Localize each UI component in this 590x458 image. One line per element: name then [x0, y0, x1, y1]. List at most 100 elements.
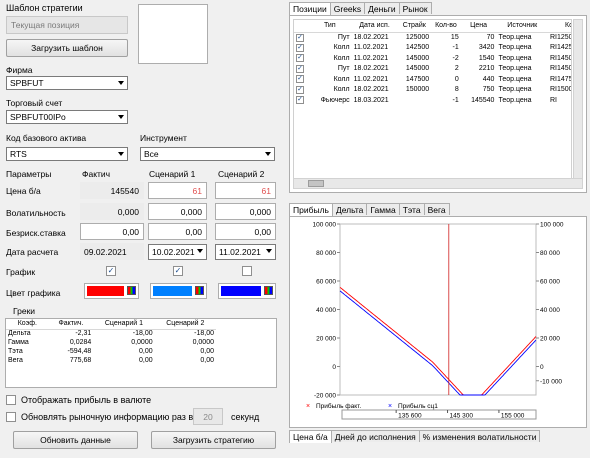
positions-hscrollbar[interactable]: [293, 178, 583, 189]
refresh-interval-field[interactable]: 20: [193, 408, 223, 425]
rate-fact-field[interactable]: 0,00: [80, 223, 144, 240]
row-checkbox-cell[interactable]: ✓: [294, 43, 308, 54]
positions-header[interactable]: Цена: [460, 20, 497, 33]
chart-sc1-checkbox[interactable]: ✓: [173, 266, 183, 276]
table-row[interactable]: ✓ Фьючерс 18.03.2021 -1 145540 Теор.цена RI: [294, 95, 571, 106]
positions-header[interactable]: Кол-во: [431, 20, 461, 33]
account-select[interactable]: SPBFUT00IPo: [6, 110, 128, 124]
row-checkbox-cell[interactable]: ✓: [294, 53, 308, 64]
tab-gamma[interactable]: Гамма: [366, 203, 400, 215]
row-checkbox[interactable]: ✓: [296, 75, 304, 84]
color-fact-picker[interactable]: [84, 283, 139, 299]
table-cell: RI147500BB: [550, 75, 571, 83]
greeks-table-panel: Коэф. Фактич. Сценарий 1 Сценарий 2 Дельта -…: [5, 318, 277, 388]
date-sc2-select[interactable]: 11.02.2021: [215, 244, 276, 260]
row-checkbox[interactable]: ✓: [296, 43, 304, 52]
price-sc2-field[interactable]: 61: [215, 182, 276, 199]
row-checkbox-cell[interactable]: ✓: [294, 64, 308, 75]
row-checkbox[interactable]: ✓: [296, 54, 304, 63]
tab-days-to-expiry[interactable]: Дней до исполнения: [330, 430, 420, 442]
table-cell: 142500: [405, 44, 430, 52]
table-cell: 150000: [405, 86, 430, 94]
base-code-select[interactable]: RTS: [6, 147, 128, 161]
table-row[interactable]: ✓ Пут18.02.2021 125000 15 70Теор.цена RI12500…: [294, 32, 571, 43]
table-row[interactable]: ✓ Колл 11.02.2021 145000 -2 1540 Теор.цена RI14…: [294, 53, 571, 64]
legend-sc1-label: Прибыль сц1: [398, 402, 438, 410]
table-cell: 15: [450, 34, 459, 41]
table-cell: Пут: [337, 65, 350, 73]
row-checkbox-cell[interactable]: ✓: [294, 95, 308, 106]
price-sc1-field[interactable]: 61: [148, 182, 207, 199]
positions-vscrollbar[interactable]: [573, 19, 583, 179]
row-checkbox[interactable]: ✓: [296, 64, 304, 73]
positions-header[interactable]: Дата исп.: [351, 20, 398, 33]
tab-profit[interactable]: Прибыль: [289, 203, 333, 216]
tab-volatility-change[interactable]: % изменения волатильности: [418, 430, 541, 442]
show-currency-checkbox[interactable]: [6, 395, 16, 405]
chart-fact-checkbox[interactable]: ✓: [106, 266, 116, 276]
tab-price-ba[interactable]: Цена б/а: [289, 430, 332, 443]
base-code-value: RTS: [10, 149, 27, 159]
hscroll-thumb[interactable]: [308, 180, 324, 187]
tab-theta[interactable]: Тэта: [398, 203, 425, 215]
vol-sc1-field[interactable]: 0,000: [148, 203, 207, 220]
row-checkbox[interactable]: ✓: [296, 33, 304, 42]
row-checkbox-cell[interactable]: ✓: [294, 32, 308, 43]
color-sc1-picker[interactable]: [150, 283, 207, 299]
greeks-cell: Тэта: [8, 348, 23, 355]
show-currency-label: Отображать прибыль в валюте: [21, 395, 152, 405]
greeks-table: Коэф. Фактич. Сценарий 1 Сценарий 2 Дельта -…: [6, 319, 216, 365]
instrument-label: Инструмент: [140, 133, 187, 143]
table-row[interactable]: ✓ Колл 18.02.2021 150000 8 750 Теор.цена RI1500…: [294, 85, 571, 96]
row-checkbox-cell[interactable]: ✓: [294, 85, 308, 96]
vol-sc2-field[interactable]: 0,000: [215, 203, 276, 220]
chart-sc2-checkbox[interactable]: [242, 266, 252, 276]
color-sc2-picker[interactable]: [218, 283, 276, 299]
greeks-cell: 0,00: [139, 357, 153, 364]
load-template-button[interactable]: Загрузить шаблон: [6, 39, 128, 57]
firm-select[interactable]: SPBFUT: [6, 76, 128, 90]
tab-money[interactable]: Деньги: [364, 2, 400, 14]
table-cell: RI145000BN: [550, 65, 571, 73]
legend-sc1-marker: ×: [388, 403, 392, 410]
table-row[interactable]: ✓ Колл 11.02.2021 142500 -1 3420 Теор.цена RI14…: [294, 43, 571, 54]
rate-sc2-field[interactable]: 0,00: [215, 223, 276, 240]
row-checkbox[interactable]: ✓: [296, 85, 304, 94]
row-checkbox[interactable]: ✓: [296, 96, 304, 105]
tab-delta[interactable]: Дельта: [331, 203, 368, 215]
table-cell: Теор.цена: [498, 34, 532, 41]
tab-market[interactable]: Рынок: [398, 2, 432, 14]
table-cell: 11.02.2021: [353, 75, 389, 83]
positions-header[interactable]: Источник: [496, 20, 548, 33]
greeks-label: Греки: [13, 306, 36, 316]
table-cell: 145540: [471, 96, 495, 104]
table-cell: 145000: [405, 54, 430, 62]
y-tick-right-label: 100 000: [540, 222, 564, 229]
greeks-cell: 0,00: [200, 357, 214, 364]
row-checkbox-cell[interactable]: ✓: [294, 74, 308, 85]
table-cell: -1: [452, 96, 459, 104]
positions-header[interactable]: Страйк: [397, 20, 432, 33]
greeks-cell: -2,31: [75, 330, 92, 338]
table-row[interactable]: ✓ Пут18.02.2021 145000 2 2210Теор.цена RI1450…: [294, 64, 571, 75]
table-cell: RI: [550, 96, 557, 104]
update-data-button[interactable]: Обновить данные: [13, 431, 138, 449]
load-strategy-button[interactable]: Загрузить стратегию: [151, 431, 276, 449]
positions-header[interactable]: Тип: [307, 20, 352, 33]
date-sc1-select[interactable]: 10.02.2021: [148, 244, 207, 260]
y-tick-right-label: 40 000: [540, 307, 560, 314]
tab-greeks[interactable]: Greeks: [329, 2, 366, 14]
chart-color-label: Цвет графика: [6, 288, 61, 298]
tab-positions[interactable]: Позиции: [289, 2, 331, 15]
y-tick-right-label: 60 000: [540, 279, 560, 286]
greeks-header: Коэф.: [6, 319, 49, 330]
table-cell: Теор.цена: [498, 75, 532, 83]
rate-sc1-field[interactable]: 0,00: [148, 223, 207, 240]
table-cell: 750: [482, 86, 495, 94]
instrument-select[interactable]: Все: [140, 147, 275, 161]
positions-header[interactable]: Код: [548, 20, 571, 33]
refresh-checkbox[interactable]: [6, 412, 16, 422]
tab-vega[interactable]: Вега: [423, 203, 450, 215]
position-input[interactable]: Текущая позиция: [6, 16, 128, 34]
table-row[interactable]: ✓ Колл11.02.2021 147500 0 440Теор.цена RI1475…: [294, 74, 571, 85]
